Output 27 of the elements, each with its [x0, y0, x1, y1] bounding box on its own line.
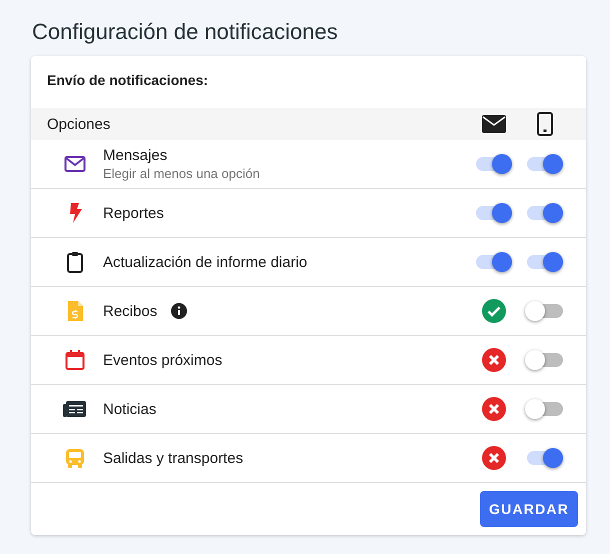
card-heading: Envío de notificaciones:	[47, 72, 208, 88]
toggle-switch[interactable]	[526, 157, 562, 171]
page-title: Configuración de notificaciones	[32, 18, 339, 46]
option-label: Mensajes	[103, 147, 168, 164]
toggle-switch[interactable]	[526, 451, 562, 465]
smartphone-icon	[536, 112, 552, 136]
option-hint: Elegir al menos una opción	[103, 166, 261, 181]
info-icon[interactable]	[171, 303, 188, 319]
save-button[interactable]: GUARDAR	[480, 491, 578, 527]
toggle-switch[interactable]	[526, 402, 562, 416]
toggle-switch[interactable]	[526, 353, 562, 367]
calendar-icon	[63, 348, 87, 372]
option-label: Noticias	[103, 400, 156, 418]
toggle-switch[interactable]	[476, 255, 512, 269]
options-label: Opciones	[47, 116, 112, 132]
bus-icon	[63, 446, 87, 470]
option-label: Eventos próximos	[103, 352, 222, 368]
toggle-switch[interactable]	[476, 206, 512, 220]
option-label: Salidas y transportes	[103, 450, 244, 466]
toggle-switch[interactable]	[526, 206, 562, 220]
toggle-switch[interactable]	[526, 304, 562, 318]
option-label: Recibos	[103, 302, 158, 320]
toggle-switch[interactable]	[526, 255, 562, 269]
toggle-switch[interactable]	[476, 157, 512, 171]
envelope-icon	[482, 115, 506, 133]
option-label: Reportes	[103, 204, 164, 222]
option-label: Actualización de informe diario	[103, 254, 308, 270]
